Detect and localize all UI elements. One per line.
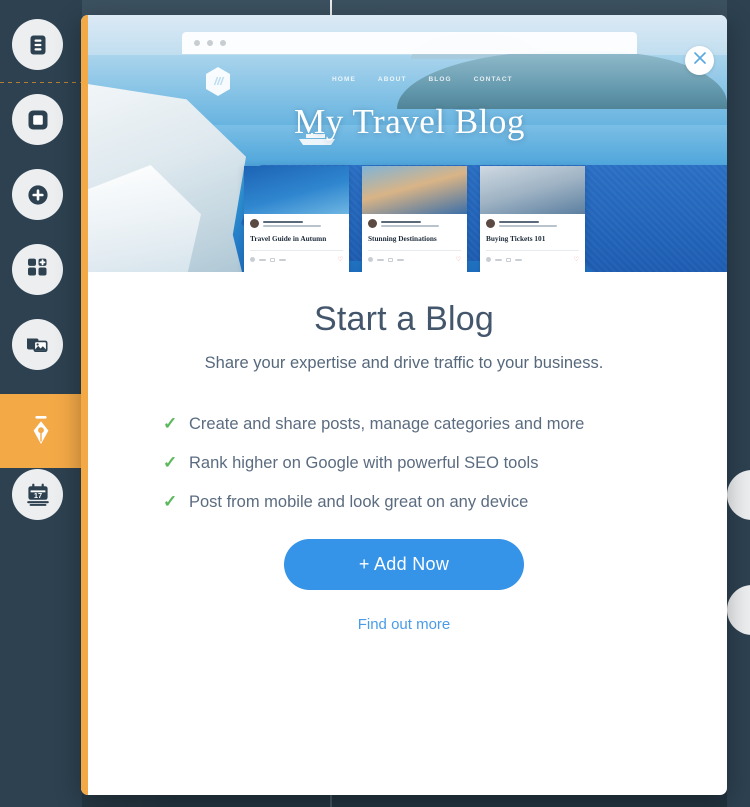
sidebar-divider — [0, 82, 82, 83]
list-item: ✓ Post from mobile and look great on any… — [163, 492, 727, 512]
avatar — [486, 219, 495, 228]
rail-button-bottom[interactable] — [727, 585, 750, 635]
sidebar-item-bookings[interactable]: 17 — [12, 469, 63, 520]
blog-card-thumbnail — [362, 166, 467, 214]
blog-card-thumbnail — [480, 166, 585, 214]
document-icon — [26, 33, 50, 57]
site-nav-item[interactable]: HOME — [332, 76, 356, 83]
hexagon-logo-icon — [204, 66, 232, 97]
blog-card-meta — [362, 214, 467, 228]
heart-icon[interactable]: ♡ — [456, 256, 461, 263]
right-rail — [710, 0, 750, 807]
sidebar-item-add[interactable] — [12, 169, 63, 220]
close-icon — [693, 51, 707, 70]
heart-icon[interactable]: ♡ — [574, 256, 579, 263]
browser-titlebar — [182, 32, 637, 54]
blog-card-title: Travel Guide in Autumn — [250, 234, 327, 243]
feature-label: Rank higher on Google with powerful SEO … — [189, 453, 539, 472]
blog-card-footer: ♡ — [244, 251, 349, 263]
sidebar-item-media[interactable] — [12, 319, 63, 370]
pen-nib-icon — [27, 414, 55, 448]
sidebar-item-blog[interactable] — [0, 372, 82, 490]
site-nav-item[interactable]: ABOUT — [378, 76, 407, 83]
browser-mockup: HOME ABOUT BLOG CONTACT My Travel Blog T… — [182, 32, 637, 272]
browser-dot-green — [220, 40, 226, 46]
blog-card-footer: ♡ — [480, 251, 585, 263]
modal-accent-stripe — [81, 15, 88, 795]
blog-card-title: Buying Tickets 101 — [486, 234, 546, 243]
check-icon: ✓ — [163, 453, 178, 472]
grid-add-icon — [25, 257, 50, 282]
blog-card[interactable]: Stunning Destinations ♡ — [362, 166, 467, 272]
sidebar-item-pages[interactable] — [12, 19, 63, 70]
avatar — [250, 219, 259, 228]
modal-body: Start a Blog Share your expertise and dr… — [81, 272, 727, 633]
browser-dot-yellow — [207, 40, 213, 46]
page-subtitle: Share your expertise and drive traffic t… — [204, 354, 604, 372]
left-sidebar: 17 — [0, 0, 82, 807]
site-nav-item[interactable]: BLOG — [429, 76, 452, 83]
blog-card[interactable]: Buying Tickets 101 ♡ — [480, 166, 585, 272]
site-title: My Travel Blog — [294, 102, 525, 141]
site-nav: HOME ABOUT BLOG CONTACT — [332, 76, 513, 83]
list-item: ✓ Rank higher on Google with powerful SE… — [163, 453, 727, 473]
blog-card-thumbnail — [244, 166, 349, 214]
start-a-blog-modal: HOME ABOUT BLOG CONTACT My Travel Blog T… — [81, 15, 727, 795]
heart-icon[interactable]: ♡ — [338, 256, 343, 263]
blog-card-meta — [480, 214, 585, 228]
list-item: ✓ Create and share posts, manage categor… — [163, 414, 727, 434]
check-icon: ✓ — [163, 414, 178, 433]
plus-circle-icon — [26, 183, 50, 207]
sidebar-item-apps[interactable] — [12, 244, 63, 295]
svg-text:17: 17 — [33, 491, 41, 500]
blog-card-meta-lines — [381, 220, 461, 227]
sidebar-item-shape[interactable] — [12, 94, 63, 145]
site-nav-item[interactable]: CONTACT — [474, 76, 513, 83]
modal-hero-image: HOME ABOUT BLOG CONTACT My Travel Blog T… — [81, 15, 727, 272]
page-title: Start a Blog — [313, 300, 495, 338]
feature-label: Post from mobile and look great on any d… — [189, 492, 529, 511]
close-button[interactable] — [685, 46, 714, 75]
browser-viewport: HOME ABOUT BLOG CONTACT My Travel Blog T… — [182, 54, 637, 272]
blog-card-meta-lines — [499, 220, 579, 227]
blog-card-list: Travel Guide in Autumn ♡ Stunning Destin… — [244, 166, 585, 272]
browser-dot-red — [194, 40, 200, 46]
blog-card-title: Stunning Destinations — [368, 234, 437, 243]
avatar — [368, 219, 377, 228]
check-icon: ✓ — [163, 492, 178, 511]
feature-label: Create and share posts, manage categorie… — [189, 414, 585, 433]
cta-container: + Add Now — [81, 539, 727, 590]
blog-card-footer: ♡ — [362, 251, 467, 263]
find-out-more-link[interactable]: Find out more — [81, 616, 727, 633]
blog-card-meta — [244, 214, 349, 228]
rail-button-top[interactable] — [727, 470, 750, 520]
notch-top — [0, 372, 82, 394]
blog-card[interactable]: Travel Guide in Autumn ♡ — [244, 166, 349, 272]
blog-card-meta-lines — [263, 220, 343, 227]
square-shape-icon — [26, 108, 50, 132]
calendar-icon: 17 — [25, 482, 51, 507]
image-gallery-icon — [25, 333, 50, 357]
add-now-button[interactable]: + Add Now — [284, 539, 524, 590]
feature-list: ✓ Create and share posts, manage categor… — [163, 414, 727, 512]
